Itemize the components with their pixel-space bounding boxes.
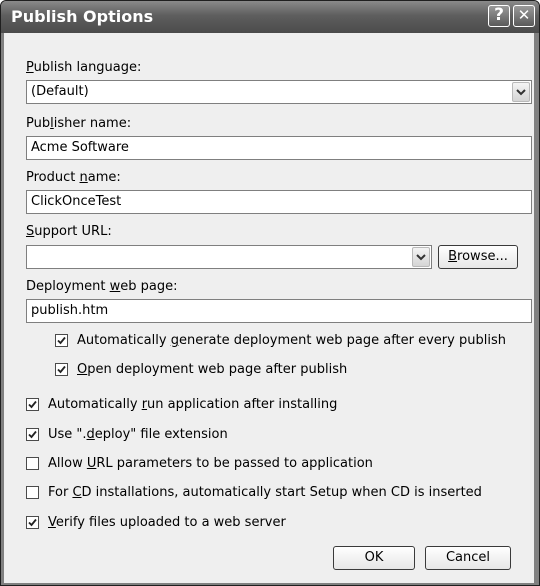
checkbox-box[interactable] xyxy=(26,398,39,411)
checkmark-icon xyxy=(28,430,37,439)
product-name-label: Product name: xyxy=(26,170,121,185)
checkbox-label: Verify files uploaded to a web server xyxy=(48,515,286,530)
publish-language-select[interactable]: (Default) xyxy=(26,80,532,104)
publisher-name-input[interactable]: Acme Software xyxy=(26,136,532,160)
checkbox-box[interactable] xyxy=(55,363,68,376)
publisher-name-label: Publisher name: xyxy=(26,116,132,131)
dialog-title: Publish Options xyxy=(11,7,154,26)
close-button[interactable]: ✕ xyxy=(513,5,535,27)
browse-button[interactable]: Browse... xyxy=(438,245,518,269)
title-bar[interactable]: Publish Options ? ✕ xyxy=(1,1,539,33)
cancel-button[interactable]: Cancel xyxy=(425,546,511,570)
close-icon: ✕ xyxy=(517,6,531,24)
publisher-name-value: Acme Software xyxy=(31,140,129,155)
checkmark-icon xyxy=(57,336,66,345)
support-url-combobox[interactable] xyxy=(26,245,432,269)
checkbox-label: Use ".deploy" file extension xyxy=(48,427,228,442)
checkbox-box[interactable] xyxy=(26,457,39,470)
checkbox-box[interactable] xyxy=(26,428,39,441)
help-icon: ? xyxy=(494,5,504,25)
ok-button[interactable]: OK xyxy=(333,546,415,570)
deployment-web-page-input[interactable]: publish.htm xyxy=(26,299,532,323)
support-url-dropdown-button[interactable] xyxy=(412,247,430,267)
checkbox-label: For CD installations, automatically star… xyxy=(48,485,482,500)
deployment-web-page-value: publish.htm xyxy=(31,303,109,318)
deployment-web-page-label: Deployment web page: xyxy=(26,279,178,294)
checkbox-label: Automatically run application after inst… xyxy=(48,397,338,412)
checkbox-box[interactable] xyxy=(26,516,39,529)
checkmark-icon xyxy=(28,400,37,409)
product-name-input[interactable]: ClickOnceTest xyxy=(26,190,532,214)
checkbox-box[interactable] xyxy=(26,486,39,499)
checkmark-icon xyxy=(57,365,66,374)
checkmark-icon xyxy=(28,518,37,527)
chevron-down-icon xyxy=(516,89,526,96)
checkbox-label: Open deployment web page after publish xyxy=(77,362,348,377)
checkbox-label: Automatically generate deployment web pa… xyxy=(77,333,506,348)
publish-language-label: Publish language: xyxy=(26,60,142,75)
dialog-client-area: Publish language: (Default) Publisher na… xyxy=(4,33,534,583)
product-name-value: ClickOnceTest xyxy=(31,194,122,209)
publish-language-dropdown-button[interactable] xyxy=(512,82,530,102)
publish-options-dialog: Publish Options ? ✕ Publish language: (D… xyxy=(0,0,540,586)
chevron-down-icon xyxy=(416,254,426,261)
checkbox-box[interactable] xyxy=(55,334,68,347)
publish-language-value: (Default) xyxy=(31,84,89,99)
support-url-label: Support URL: xyxy=(26,224,112,239)
help-button[interactable]: ? xyxy=(488,5,510,27)
checkbox-label: Allow URL parameters to be passed to app… xyxy=(48,456,373,471)
